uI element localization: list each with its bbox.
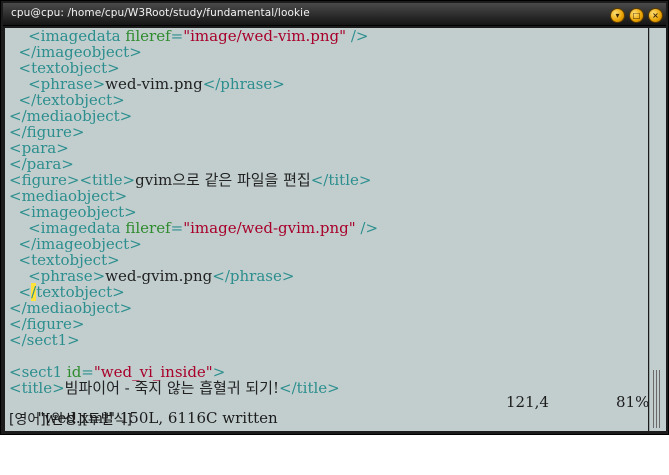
scrollbar-thumb[interactable] xyxy=(653,370,662,428)
title-bar[interactable]: cpu@cpu: /home/cpu/W3Root/study/fundamen… xyxy=(3,3,666,26)
code-line[interactable]: <phrase>wed-vim.png</phrase> xyxy=(9,76,285,92)
input-method-status: [영어][완성][두벌식] xyxy=(9,412,132,428)
code-token: </phrase> xyxy=(212,267,295,285)
code-line[interactable]: </sect1> xyxy=(9,332,80,348)
vertical-scrollbar[interactable] xyxy=(649,28,666,431)
code-line[interactable]: </figure> xyxy=(9,124,85,140)
code-line[interactable]: <phrase>wed-gvim.png</phrase> xyxy=(9,268,294,284)
code-line[interactable]: <imagedata fileref="image/wed-gvim.png" … xyxy=(9,220,378,236)
code-line[interactable]: <textobject> xyxy=(9,60,120,76)
code-line[interactable]: <imageobject> xyxy=(9,204,137,220)
code-token: </title> xyxy=(310,171,372,189)
code-token: </phrase> xyxy=(202,75,285,93)
code-line[interactable]: <textobject> xyxy=(9,252,120,268)
code-line[interactable]: <sect1 id="wed_vi_inside"> xyxy=(9,364,225,380)
code-line[interactable]: </imageobject> xyxy=(9,236,142,252)
close-icon[interactable]: × xyxy=(648,8,663,23)
code-token: "image/wed-gvim.png" xyxy=(183,219,356,237)
code-line[interactable]: <para> xyxy=(9,140,69,156)
code-line[interactable]: <mediaobject> xyxy=(9,188,127,204)
vim-editor[interactable]: <imagedata fileref="image/wed-vim.png" /… xyxy=(5,28,650,431)
code-line[interactable]: </para> xyxy=(9,156,74,172)
code-line[interactable]: </mediaobject> xyxy=(9,108,132,124)
code-line[interactable]: <imagedata fileref="image/wed-vim.png" /… xyxy=(9,28,368,44)
code-token: = xyxy=(170,27,184,45)
code-line[interactable]: </textobject> xyxy=(9,283,125,301)
code-token: = xyxy=(170,219,184,237)
scroll-percent: 81% xyxy=(616,393,650,411)
maximize-icon[interactable]: □ xyxy=(629,8,644,23)
code-line[interactable]: <figure><title>gvim으로 같은 파일을 편집</title> xyxy=(9,172,371,188)
cursor-position: 121,4 xyxy=(506,393,549,411)
window-title: cpu@cpu: /home/cpu/W3Root/study/fundamen… xyxy=(11,7,310,19)
code-line[interactable]: </mediaobject> xyxy=(9,300,132,316)
code-token: </sect1> xyxy=(9,331,80,349)
code-line[interactable]: </figure> xyxy=(9,316,85,332)
status-line: "wed.xml" 150L, 6116C written 121,4 81% xyxy=(9,393,650,426)
code-line[interactable]: </imageobject> xyxy=(9,44,142,60)
code-line[interactable]: </textobject> xyxy=(9,92,125,108)
code-token: /> xyxy=(355,219,379,237)
minimize-icon[interactable]: ▾ xyxy=(610,8,625,23)
code-token: gvim으로 같은 파일을 편집 xyxy=(135,171,311,189)
code-token: /> xyxy=(346,27,369,45)
code-token: "image/wed-vim.png" xyxy=(183,27,347,45)
terminal-window: cpu@cpu: /home/cpu/W3Root/study/fundamen… xyxy=(0,0,669,435)
